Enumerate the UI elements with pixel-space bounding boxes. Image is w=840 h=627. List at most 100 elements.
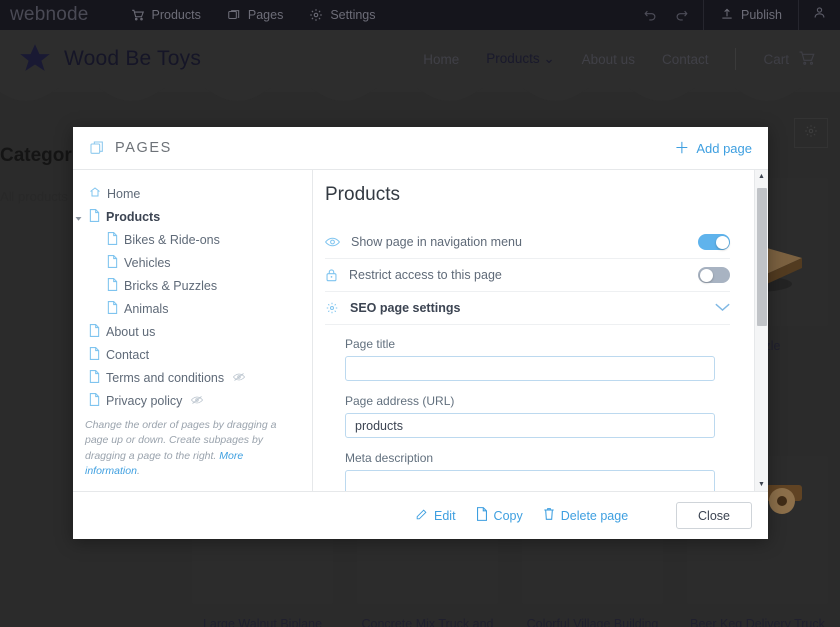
tree-item-label: Terms and conditions xyxy=(106,370,225,385)
add-page-button[interactable]: ＋ Add page xyxy=(674,141,752,156)
toggle-show-in-nav[interactable] xyxy=(698,234,730,250)
dialog-header: PAGES ＋ Add page xyxy=(73,127,768,170)
tree-item-privacy-policy[interactable]: Privacy policy xyxy=(83,389,312,412)
pages-dialog: PAGES ＋ Add page Home Products Bikes & R… xyxy=(73,127,768,539)
tree-item-label: Vehicles xyxy=(124,255,171,270)
publish-label: Publish xyxy=(741,8,782,22)
tree-item-terms-and-conditions[interactable]: Terms and conditions xyxy=(83,366,312,389)
editor-nav: Products Pages Settings xyxy=(131,8,376,22)
scroll-up-icon[interactable]: ▲ xyxy=(758,173,765,180)
cart-icon xyxy=(131,8,145,22)
tree-item-label: Animals xyxy=(124,301,169,316)
page-tree: Home Products Bikes & Ride-ons Vehicles … xyxy=(73,182,312,418)
editor-nav-pages[interactable]: Pages xyxy=(227,8,283,22)
tree-item-label: Contact xyxy=(106,347,150,362)
option-label: Restrict access to this page xyxy=(349,268,502,282)
editor-nav-products[interactable]: Products xyxy=(131,8,201,22)
hidden-page-icon xyxy=(233,371,246,385)
editor-nav-products-label: Products xyxy=(151,8,201,22)
seo-fields: Page title Page address (URL) Meta descr… xyxy=(325,325,730,491)
page-icon xyxy=(107,300,118,317)
page-icon xyxy=(89,323,100,340)
option-restrict-access[interactable]: Restrict access to this page xyxy=(325,259,730,292)
page-address-input[interactable] xyxy=(345,413,715,438)
tree-item-contact[interactable]: Contact xyxy=(83,343,312,366)
page-icon xyxy=(107,254,118,271)
scroll-down-icon[interactable]: ▼ xyxy=(758,481,765,488)
option-label: Show page in navigation menu xyxy=(351,235,522,249)
tree-item-label: Bricks & Puzzles xyxy=(124,278,218,293)
hidden-page-icon xyxy=(191,394,204,408)
tree-item-products[interactable]: Products xyxy=(75,205,312,228)
page-settings-panel: Products Show page in navigation menu Re… xyxy=(313,170,768,491)
tree-item-label: About us xyxy=(106,324,156,339)
seo-section-header[interactable]: SEO page settings xyxy=(325,292,730,325)
delete-page-button[interactable]: Delete page xyxy=(543,507,628,524)
account-button[interactable] xyxy=(798,0,840,30)
pages-icon xyxy=(227,8,241,22)
copy-button[interactable]: Copy xyxy=(476,507,523,524)
editor-nav-settings[interactable]: Settings xyxy=(309,8,376,22)
edit-label: Edit xyxy=(434,508,456,523)
field-label-page-title: Page title xyxy=(345,337,396,351)
editor-nav-pages-label: Pages xyxy=(247,8,284,22)
seo-section-label: SEO page settings xyxy=(350,301,461,315)
home-icon xyxy=(89,186,101,201)
page-settings-heading: Products xyxy=(325,184,400,205)
copy-label: Copy xyxy=(493,508,523,523)
tree-item-label: Products xyxy=(106,209,161,224)
page-title-input[interactable] xyxy=(345,356,715,381)
scrollbar-thumb[interactable] xyxy=(757,188,767,326)
close-button[interactable]: Close xyxy=(676,502,752,529)
undo-redo-group xyxy=(629,0,703,30)
edit-button[interactable]: Edit xyxy=(415,508,456,524)
tree-item-label: Privacy policy xyxy=(106,393,183,408)
tree-item-label: Bikes & Ride-ons xyxy=(124,232,220,247)
webnode-logo[interactable]: webnode xyxy=(10,4,89,26)
dialog-footer: Edit Copy Delete page Close xyxy=(73,491,768,539)
page-icon xyxy=(89,392,100,409)
upload-icon xyxy=(720,7,734,24)
eye-icon xyxy=(325,236,340,248)
option-show-in-nav[interactable]: Show page in navigation menu xyxy=(325,226,730,259)
gear-icon xyxy=(325,301,339,315)
settings-scrollbar[interactable]: ▲ ▼ xyxy=(754,170,768,491)
redo-icon[interactable] xyxy=(674,0,689,30)
pencil-icon xyxy=(415,508,428,524)
reorder-hint-tail: . xyxy=(136,464,140,477)
tree-item-bikes-ride-ons[interactable]: Bikes & Ride-ons xyxy=(83,228,312,251)
tree-item-vehicles[interactable]: Vehicles xyxy=(83,251,312,274)
tree-item-animals[interactable]: Animals xyxy=(83,297,312,320)
caret-down-icon[interactable] xyxy=(74,212,83,221)
footer-actions: Edit Copy Delete page xyxy=(415,507,628,524)
page-icon xyxy=(107,277,118,294)
plus-icon: ＋ xyxy=(674,139,690,157)
chevron-down-icon[interactable] xyxy=(715,299,730,317)
page-tree-panel: Home Products Bikes & Ride-ons Vehicles … xyxy=(73,170,313,491)
publish-button[interactable]: Publish xyxy=(703,0,798,30)
field-label-meta-description: Meta description xyxy=(345,451,434,465)
editor-bar-right: Publish xyxy=(629,0,840,30)
pages-icon xyxy=(89,140,105,156)
dialog-title: PAGES xyxy=(115,140,172,156)
meta-description-input[interactable] xyxy=(345,470,715,491)
page-settings-scroll: Products Show page in navigation menu Re… xyxy=(313,170,754,491)
lock-icon xyxy=(325,268,338,282)
undo-icon[interactable] xyxy=(643,0,658,30)
delete-page-label: Delete page xyxy=(560,508,629,523)
reorder-hint: Change the order of pages by dragging a … xyxy=(73,418,312,491)
editor-nav-settings-label: Settings xyxy=(330,8,376,22)
tree-item-label: Home xyxy=(107,186,141,201)
reorder-hint-text: Change the order of pages by dragging a … xyxy=(85,419,277,462)
add-page-label: Add page xyxy=(696,140,752,156)
tree-item-home[interactable]: Home xyxy=(83,182,312,205)
page-icon xyxy=(89,208,100,225)
dialog-body: Home Products Bikes & Ride-ons Vehicles … xyxy=(73,170,768,491)
page-icon xyxy=(89,346,100,363)
tree-item-about-us[interactable]: About us xyxy=(83,320,312,343)
page-icon xyxy=(107,231,118,248)
toggle-restrict-access[interactable] xyxy=(698,267,730,283)
tree-item-bricks-puzzles[interactable]: Bricks & Puzzles xyxy=(83,274,312,297)
editor-top-bar: webnode Products Pages Settings Publish xyxy=(0,0,840,30)
copy-icon xyxy=(476,507,488,524)
